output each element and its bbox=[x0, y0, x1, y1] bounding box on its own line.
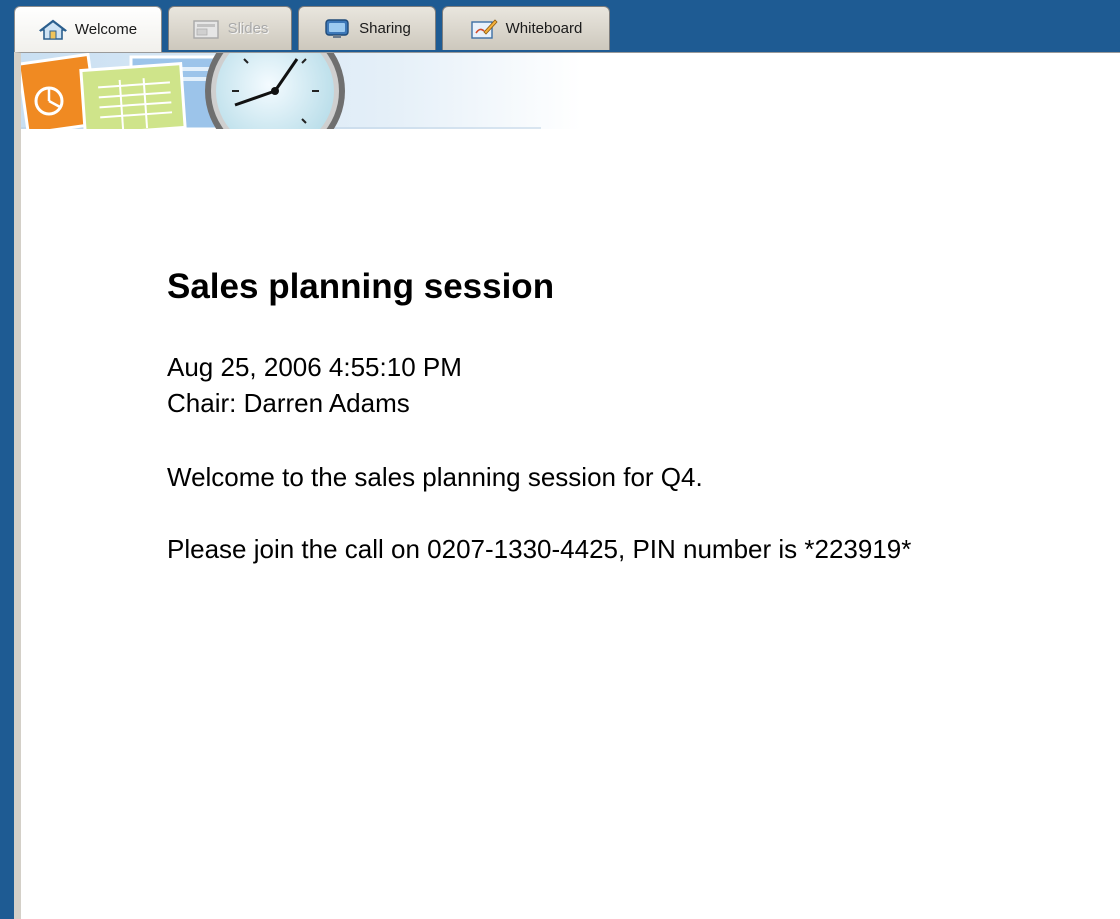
tab-welcome[interactable]: Welcome bbox=[14, 6, 162, 52]
tab-sharing-label: Sharing bbox=[359, 20, 411, 37]
tab-slides-label: Slides bbox=[227, 20, 269, 37]
tab-bar: Welcome Slides Sharing Whiteboard bbox=[0, 0, 1120, 52]
house-icon bbox=[38, 19, 68, 41]
tab-whiteboard[interactable]: Whiteboard bbox=[442, 6, 610, 50]
session-title: Sales planning session bbox=[167, 267, 555, 306]
slides-icon bbox=[192, 18, 220, 40]
tab-welcome-label: Welcome bbox=[74, 21, 138, 38]
tab-whiteboard-label: Whiteboard bbox=[505, 20, 583, 37]
session-chair: Chair: Darren Adams bbox=[167, 388, 410, 418]
tab-sharing[interactable]: Sharing bbox=[298, 6, 436, 50]
whiteboard-icon bbox=[470, 18, 498, 40]
welcome-message: Welcome to the sales planning session fo… bbox=[167, 462, 703, 492]
banner-illustration bbox=[16, 21, 581, 161]
monitor-icon bbox=[323, 18, 351, 40]
session-info: Sales planning session Aug 25, 2006 4:55… bbox=[167, 267, 911, 567]
welcome-panel: Sales planning session Aug 25, 2006 4:55… bbox=[14, 21, 1120, 919]
session-datetime: Aug 25, 2006 4:55:10 PM bbox=[167, 352, 462, 382]
call-info: Please join the call on 0207-1330-4425, … bbox=[167, 534, 912, 564]
tab-slides[interactable]: Slides bbox=[168, 6, 292, 50]
welcome-banner bbox=[16, 21, 581, 161]
